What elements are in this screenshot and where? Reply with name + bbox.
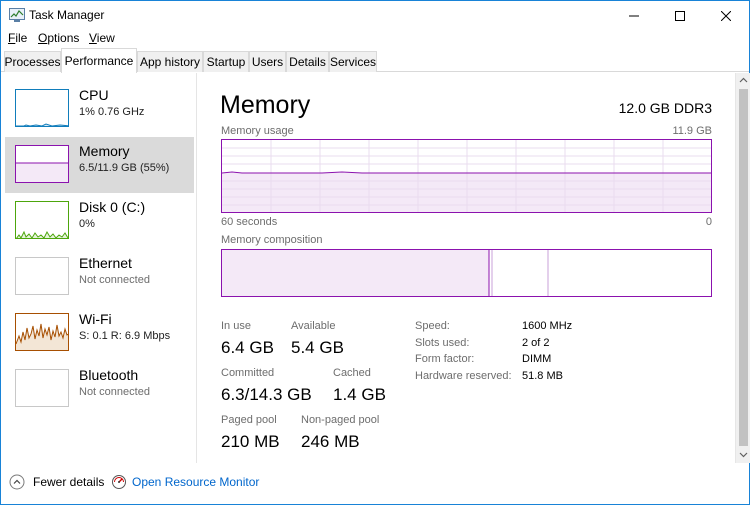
available-value: 5.4 GB	[291, 338, 344, 357]
resource-memory[interactable]: Memory 6.5/11.9 GB (55%)	[5, 137, 194, 193]
resource-detail: S: 0.1 R: 6.9 Mbps	[79, 330, 171, 342]
tab-users[interactable]: Users	[249, 51, 286, 72]
task-manager-icon	[9, 8, 25, 22]
tab-performance[interactable]: Performance	[61, 48, 137, 73]
fewer-details-label: Fewer details	[33, 475, 105, 489]
open-resource-monitor-link[interactable]: Open Resource Monitor	[111, 474, 259, 490]
memory-panel: Memory 12.0 GB DDR3 Memory usage 11.9 GB	[198, 73, 735, 463]
resource-cpu[interactable]: CPU 1% 0.76 GHz	[5, 81, 194, 137]
available-label: Available	[291, 320, 336, 332]
hardware-reserved-value: 51.8 MB	[522, 370, 563, 382]
menu-view[interactable]: View	[89, 31, 115, 45]
bluetooth-graph-icon	[15, 369, 69, 407]
tab-services[interactable]: Services	[329, 51, 377, 72]
usage-label: Memory usage	[221, 125, 294, 137]
maximize-button[interactable]	[657, 1, 703, 30]
fewer-details-button[interactable]: Fewer details	[9, 474, 104, 490]
memory-graph-icon	[15, 145, 69, 183]
axis-left-label: 60 seconds	[221, 216, 278, 228]
cpu-graph-icon	[15, 89, 69, 127]
scrollbar-thumb[interactable]	[739, 89, 748, 446]
resource-disk[interactable]: Disk 0 (C:) 0%	[5, 193, 194, 249]
memory-composition-bar	[221, 249, 712, 297]
window-title: Task Manager	[29, 8, 105, 22]
form-factor-value: DIMM	[522, 353, 552, 365]
hardware-reserved-label: Hardware reserved:	[415, 370, 512, 382]
resource-detail: Not connected	[79, 274, 150, 286]
close-button[interactable]	[703, 1, 749, 30]
ethernet-graph-icon	[15, 257, 69, 295]
paged-pool-label: Paged pool	[221, 414, 277, 426]
tab-processes[interactable]: Processes	[4, 51, 61, 72]
resource-list: CPU 1% 0.76 GHz Memory 6.5/11.9 GB (55%)…	[1, 73, 197, 463]
resource-name: Wi-Fi	[79, 311, 112, 327]
axis-right-label: 0	[705, 216, 712, 228]
committed-value: 6.3/14.3 GB	[221, 385, 312, 404]
disk-graph-icon	[15, 201, 69, 239]
resource-name: Bluetooth	[79, 367, 139, 383]
resource-detail: 1% 0.76 GHz	[79, 106, 145, 118]
page-title: Memory	[220, 91, 311, 119]
resource-name: Memory	[79, 143, 130, 159]
minimize-button[interactable]	[611, 1, 657, 30]
tab-bar: Processes Performance App history Startu…	[1, 48, 749, 73]
wifi-graph-icon	[15, 313, 69, 351]
menu-file[interactable]: File	[8, 31, 27, 45]
tab-startup[interactable]: Startup	[203, 51, 249, 72]
task-manager-window: Task Manager File Options View Processes…	[0, 0, 750, 505]
vertical-scrollbar[interactable]	[735, 73, 750, 463]
in-use-value: 6.4 GB	[221, 338, 274, 357]
scroll-up-arrow-icon[interactable]	[739, 77, 748, 83]
title-bar: Task Manager	[1, 1, 749, 30]
in-use-label: In use	[221, 320, 251, 332]
slots-label: Slots used:	[415, 337, 470, 349]
menu-bar: File Options View	[1, 30, 749, 48]
speed-value: 1600 MHz	[522, 320, 573, 332]
resource-name: Ethernet	[79, 255, 132, 271]
paged-pool-value: 210 MB	[221, 432, 280, 451]
menu-options[interactable]: Options	[38, 31, 79, 45]
speed-label: Speed:	[415, 320, 450, 332]
form-factor-label: Form factor:	[415, 353, 475, 365]
resource-detail: Not connected	[79, 386, 150, 398]
resource-ethernet[interactable]: Ethernet Not connected	[5, 249, 194, 305]
memory-spec: 12.0 GB DDR3	[618, 100, 712, 116]
composition-label: Memory composition	[221, 234, 323, 246]
resource-name: Disk 0 (C:)	[79, 199, 146, 215]
committed-label: Committed	[221, 367, 275, 379]
footer-bar: Fewer details Open Resource Monitor	[1, 463, 749, 504]
resource-monitor-icon	[112, 475, 126, 489]
resource-wifi[interactable]: Wi-Fi S: 0.1 R: 6.9 Mbps	[5, 305, 194, 361]
non-paged-pool-label: Non-paged pool	[301, 414, 380, 426]
memory-usage-graph	[221, 139, 712, 213]
cached-value: 1.4 GB	[333, 385, 386, 404]
resource-detail: 0%	[79, 218, 95, 230]
slots-value: 2 of 2	[522, 337, 550, 349]
cached-label: Cached	[333, 367, 371, 379]
tab-details[interactable]: Details	[286, 51, 329, 72]
open-resource-monitor-label: Open Resource Monitor	[132, 475, 260, 489]
resource-name: CPU	[79, 87, 109, 103]
resource-bluetooth[interactable]: Bluetooth Not connected	[5, 361, 194, 417]
non-paged-pool-value: 246 MB	[301, 432, 360, 451]
tab-app-history[interactable]: App history	[137, 51, 203, 72]
usage-max-label: 11.9 GB	[672, 125, 712, 137]
scroll-down-arrow-icon[interactable]	[739, 452, 748, 458]
chevron-up-circle-icon	[9, 474, 25, 490]
resource-detail: 6.5/11.9 GB (55%)	[79, 162, 170, 174]
